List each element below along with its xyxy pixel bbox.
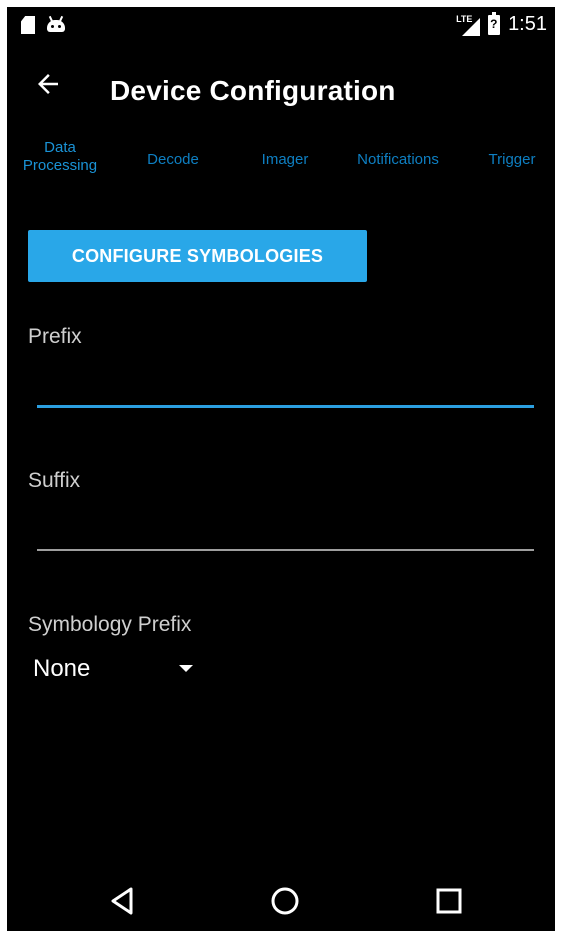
tab-label: Decode bbox=[147, 151, 199, 168]
navigation-bar bbox=[7, 871, 555, 931]
back-triangle-icon[interactable] bbox=[105, 883, 141, 919]
tab-data-processing[interactable]: Data Processing bbox=[17, 139, 103, 175]
suffix-label: Suffix bbox=[28, 469, 81, 492]
status-clock: 1:51 bbox=[508, 13, 547, 35]
arrow-back-icon[interactable] bbox=[33, 69, 63, 99]
tab-label: Imager bbox=[261, 151, 309, 168]
android-icon bbox=[47, 15, 65, 32]
prefix-underline bbox=[37, 405, 534, 408]
battery-icon bbox=[488, 11, 501, 35]
tab-label: Notifications bbox=[357, 151, 439, 168]
app-bar: Device Configuration bbox=[7, 45, 555, 125]
tab-label: Trigger bbox=[488, 151, 536, 168]
suffix-underline bbox=[37, 549, 534, 551]
page-title: Device Configuration bbox=[110, 75, 396, 106]
tab-label-line2: Processing bbox=[22, 157, 98, 174]
tab-bar: Data Processing Decode Imager Notificati… bbox=[7, 139, 555, 179]
tab-decode[interactable]: Decode bbox=[135, 151, 211, 169]
symbology-prefix-label: Symbology Prefix bbox=[28, 613, 192, 636]
sd-card-icon bbox=[21, 16, 35, 34]
status-bar: LTE 1:51 bbox=[7, 7, 555, 45]
configure-symbologies-button[interactable]: CONFIGURE SYMBOLOGIES bbox=[28, 230, 367, 282]
tab-notifications[interactable]: Notifications bbox=[347, 151, 449, 169]
lte-signal-icon: LTE bbox=[456, 14, 481, 36]
status-right-icons: LTE 1:51 bbox=[456, 11, 547, 36]
phone-screen: LTE 1:51 Device Configuration Data Proce… bbox=[7, 7, 555, 931]
tab-imager[interactable]: Imager bbox=[250, 151, 320, 169]
status-left-icons bbox=[21, 15, 65, 34]
prefix-input[interactable] bbox=[37, 365, 538, 407]
recents-square-icon[interactable] bbox=[431, 883, 467, 919]
caret-down-icon bbox=[179, 665, 193, 672]
prefix-label: Prefix bbox=[28, 325, 82, 348]
dropdown-selected-value: None bbox=[33, 655, 91, 682]
tab-label-line1: Data bbox=[44, 139, 76, 156]
tab-trigger[interactable]: Trigger bbox=[479, 151, 545, 169]
home-circle-icon[interactable] bbox=[267, 883, 303, 919]
suffix-input[interactable] bbox=[37, 509, 538, 551]
symbology-prefix-dropdown[interactable]: None bbox=[28, 647, 198, 691]
